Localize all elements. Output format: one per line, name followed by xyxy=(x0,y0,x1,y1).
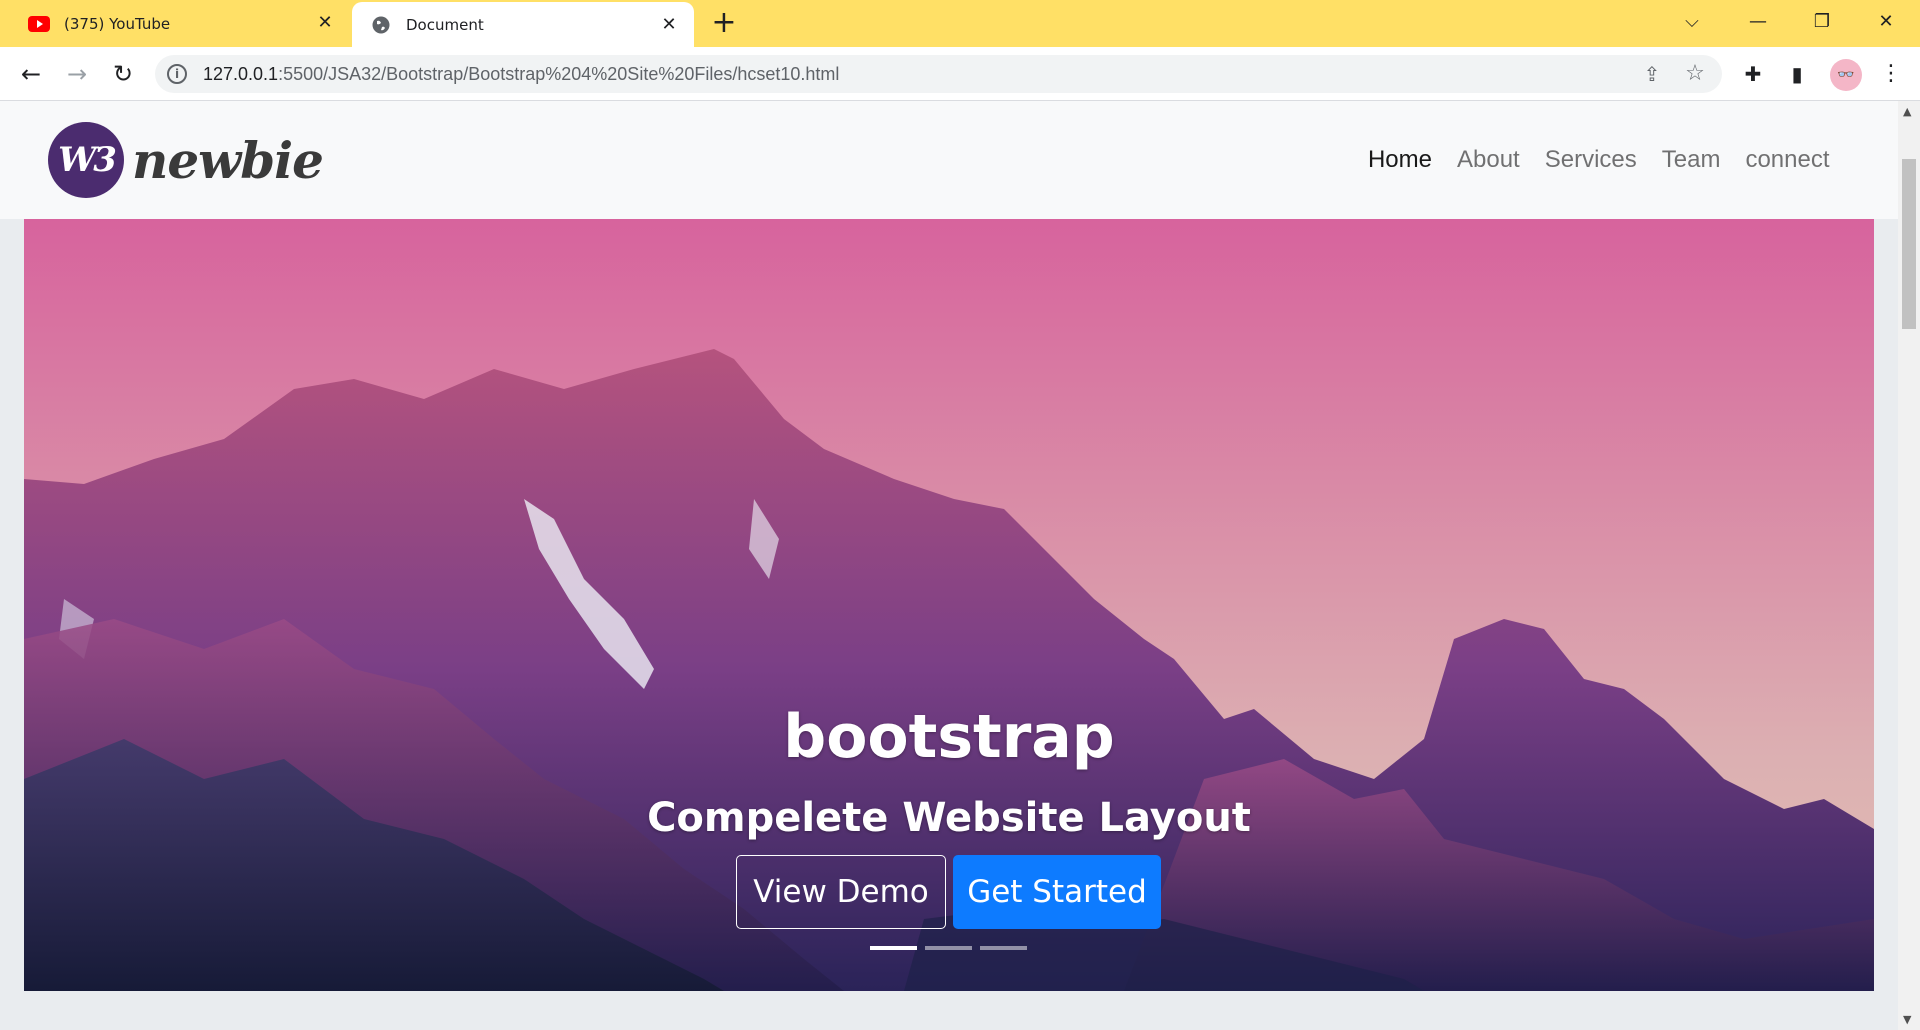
new-tab-button[interactable]: + xyxy=(708,8,740,40)
back-button[interactable]: ← xyxy=(14,57,48,91)
youtube-icon xyxy=(28,13,50,35)
profile-avatar[interactable]: 👓 xyxy=(1830,59,1862,91)
share-icon[interactable]: ⇪ xyxy=(1640,63,1664,87)
url-text[interactable]: 127.0.0.1:5500/JSA32/Bootstrap/Bootstrap… xyxy=(203,55,839,93)
scroll-up-arrow-icon[interactable]: ▲ xyxy=(1903,105,1911,118)
nav-link-services[interactable]: Services xyxy=(1532,146,1649,174)
logo-mark: W3 xyxy=(48,122,124,198)
menu-kebab-icon[interactable]: ⋮ xyxy=(1876,59,1906,89)
hero-subtitle: Compelete Website Layout xyxy=(647,795,1251,841)
hero-carousel[interactable]: bootstrap Compelete Website Layout View … xyxy=(24,219,1874,991)
scrollbar-thumb[interactable] xyxy=(1902,159,1916,329)
hero-title: bootstrap xyxy=(783,702,1115,772)
close-window-button[interactable]: ✕ xyxy=(1866,6,1906,38)
scroll-down-arrow-icon[interactable]: ▼ xyxy=(1903,1013,1911,1026)
page-scrollbar[interactable]: ▲ ▼ xyxy=(1898,101,1920,1030)
next-section xyxy=(24,991,1874,1030)
nav-link-team[interactable]: Team xyxy=(1649,146,1733,174)
reload-button[interactable]: ↻ xyxy=(106,57,140,91)
nav-link-home[interactable]: Home xyxy=(1355,146,1444,174)
address-bar[interactable]: i 127.0.0.1:5500/JSA32/Bootstrap/Bootstr… xyxy=(155,55,1722,93)
tab-title: (375) YouTube xyxy=(64,14,171,33)
extensions-puzzle-icon[interactable]: ✚ xyxy=(1738,59,1768,89)
minimize-button[interactable]: — xyxy=(1738,6,1778,38)
hero-mountain-image xyxy=(24,219,1874,991)
carousel-indicators xyxy=(870,946,1027,950)
side-panel-icon[interactable]: ▮ xyxy=(1782,59,1812,89)
forward-button[interactable]: → xyxy=(60,57,94,91)
browser-tab-strip: (375) YouTube ✕ Document ✕ + ⌵ — ❐ ✕ xyxy=(0,0,1920,47)
browser-toolbar: ← → ↻ i 127.0.0.1:5500/JSA32/Bootstrap/B… xyxy=(0,47,1920,101)
globe-icon xyxy=(370,14,392,36)
nav-link-connect[interactable]: connect xyxy=(1733,146,1842,174)
nav-links: Home About Services Team connect xyxy=(1355,101,1842,219)
carousel-indicator-1[interactable] xyxy=(870,946,917,950)
restore-button[interactable]: ❐ xyxy=(1802,6,1842,38)
info-icon[interactable]: i xyxy=(167,64,187,84)
logo-wordmark: newbie xyxy=(132,130,324,190)
close-tab-icon[interactable]: ✕ xyxy=(658,14,680,36)
site-navbar: W3 newbie Home About Services Team conne… xyxy=(0,101,1898,219)
page-viewport: W3 newbie Home About Services Team conne… xyxy=(0,101,1898,1030)
tab-document[interactable]: Document ✕ xyxy=(352,2,694,47)
nav-link-about[interactable]: About xyxy=(1445,146,1533,174)
get-started-button[interactable]: Get Started xyxy=(953,855,1161,929)
close-tab-icon[interactable]: ✕ xyxy=(314,12,336,34)
site-logo[interactable]: W3 newbie xyxy=(48,119,324,201)
view-demo-button[interactable]: View Demo xyxy=(736,855,946,929)
bookmark-star-icon[interactable]: ☆ xyxy=(1682,61,1708,87)
tab-youtube[interactable]: (375) YouTube ✕ xyxy=(10,0,350,47)
carousel-indicator-2[interactable] xyxy=(925,946,972,950)
carousel-indicator-3[interactable] xyxy=(980,946,1027,950)
tab-title: Document xyxy=(406,15,484,34)
tab-search-icon[interactable]: ⌵ xyxy=(1672,6,1712,38)
